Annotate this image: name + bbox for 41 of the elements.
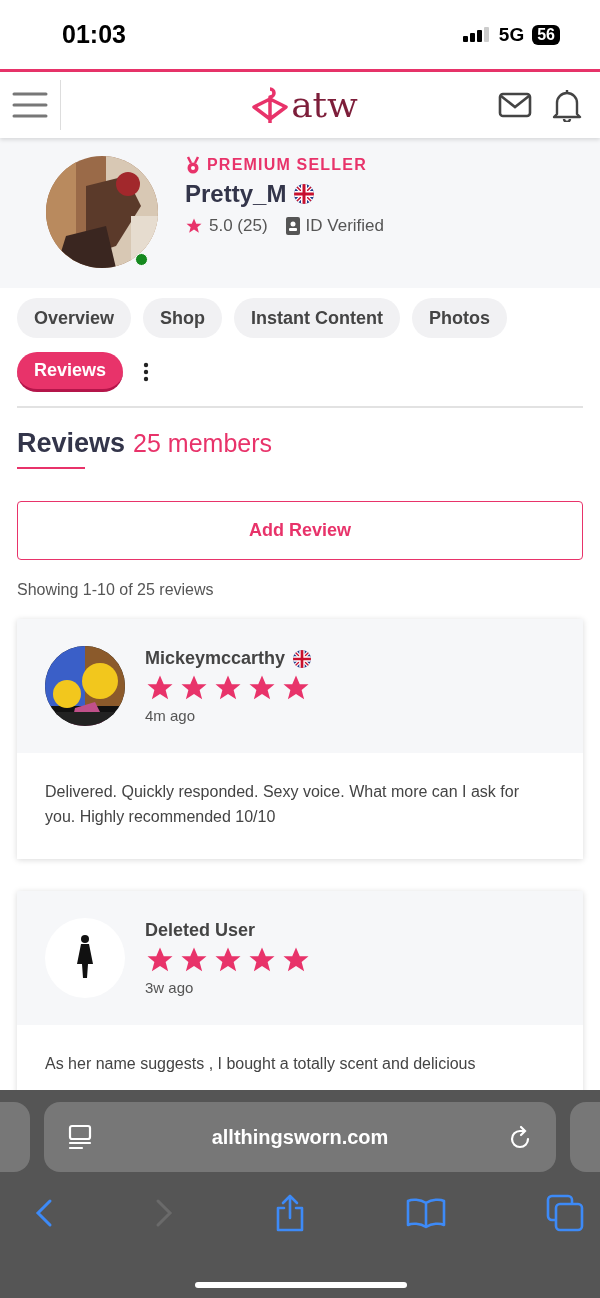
- address-bar[interactable]: allthingsworn.com: [44, 1102, 556, 1172]
- profile-tab[interactable]: Shop: [143, 298, 223, 338]
- star-icon: [185, 217, 203, 235]
- battery-level: 56: [532, 24, 560, 45]
- id-card-icon: [285, 217, 300, 235]
- review-time: 4m ago: [145, 707, 197, 724]
- profile-tab[interactable]: Photos: [412, 298, 508, 338]
- verification-text: ID Verified: [305, 216, 385, 236]
- reviewer-name: Mickeymccarthy: [145, 648, 286, 669]
- review-text: Delivered. Quickly responded. Sexy voice. What more can I ask for you. Highly recommended 10/10: [45, 782, 520, 827]
- more-options-icon[interactable]: [143, 362, 150, 382]
- network-label: 5G: [498, 23, 525, 46]
- bookmarks-icon[interactable]: [406, 1197, 446, 1229]
- profile-tab[interactable]: Reviews: [17, 352, 124, 392]
- seller-name: Pretty_M: [185, 180, 287, 208]
- reviewer-name: Deleted User: [145, 920, 256, 941]
- seller-label: PREMIUM SELLER: [207, 156, 367, 174]
- tabs-icon[interactable]: [546, 1194, 584, 1232]
- url-text[interactable]: allthingsworn.com: [211, 1125, 389, 1149]
- hanger-icon: [251, 85, 290, 125]
- signal-icon: [462, 25, 491, 44]
- back-icon[interactable]: [34, 1198, 54, 1228]
- results-count: Showing 1-10 of 25 reviews: [16, 580, 215, 599]
- rating-text: 5.0 (25): [209, 216, 268, 236]
- logo-text[interactable]: atw: [291, 87, 358, 123]
- review-text: As her name suggests , I bought a totally scent and delicious: [45, 1054, 477, 1074]
- reader-icon[interactable]: [68, 1124, 92, 1150]
- share-icon[interactable]: [274, 1194, 306, 1232]
- medal-icon: [185, 156, 201, 174]
- member-count: 25 members: [133, 429, 273, 458]
- flag-icon: [294, 184, 315, 204]
- mail-icon[interactable]: [498, 92, 532, 118]
- reload-icon[interactable]: [508, 1124, 532, 1150]
- section-title: Reviews: [17, 428, 126, 459]
- profile-tab[interactable]: Instant Content: [234, 298, 401, 338]
- menu-icon[interactable]: [12, 91, 48, 119]
- notification-bell-icon[interactable]: [552, 88, 582, 122]
- profile-tab[interactable]: Overview: [17, 298, 132, 338]
- status-time: 01:03: [62, 20, 126, 49]
- add-review-button[interactable]: Add Review: [17, 501, 583, 560]
- review-time: 3w ago: [145, 979, 195, 996]
